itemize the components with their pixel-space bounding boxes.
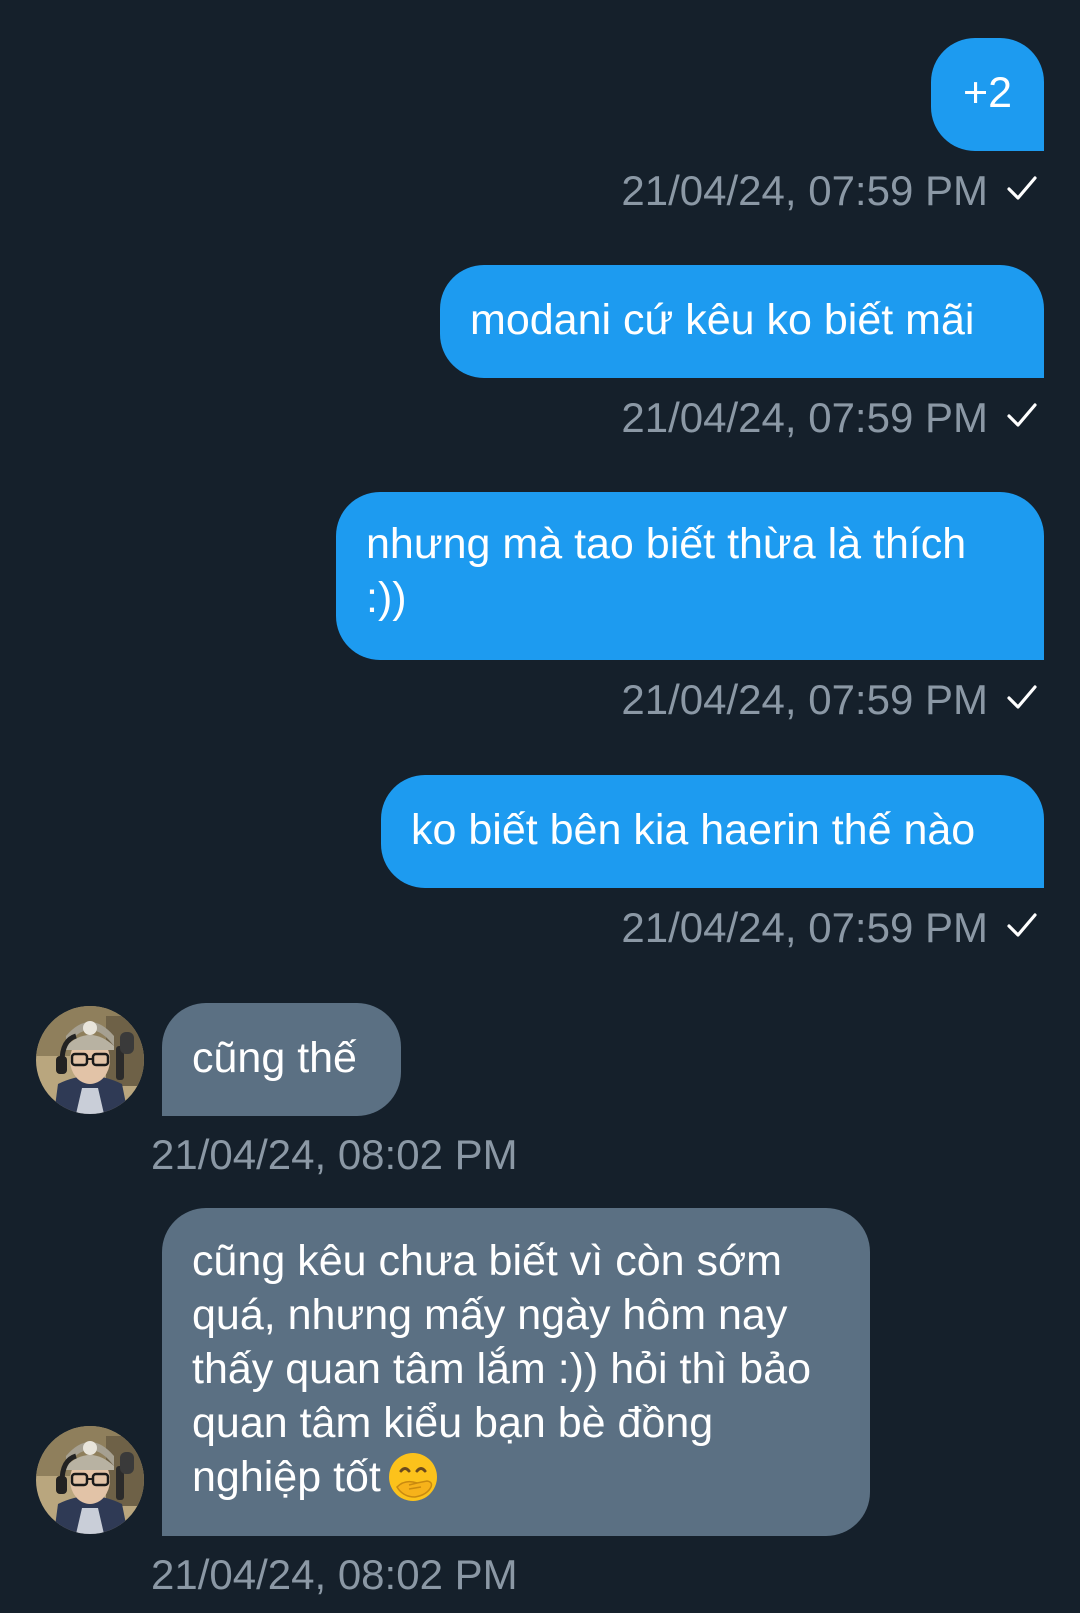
sent-check-icon [1002, 395, 1042, 435]
message-text: cũng thế [192, 1034, 357, 1082]
incoming-message-bubble[interactable]: cũng kêu chưa biết vì còn sớm quá, nhưng… [162, 1208, 870, 1536]
message-timestamp: 21/04/24, 07:59 PM [621, 393, 1042, 443]
message-timestamp: 21/04/24, 08:02 PM [151, 1131, 518, 1178]
conversation-thread: +2 21/04/24, 07:59 PM modani cứ kêu ko b… [0, 0, 1080, 1613]
sent-check-icon [1002, 168, 1042, 208]
outgoing-message-bubble[interactable]: modani cứ kêu ko biết mãi [440, 265, 1044, 378]
message-text: +2 [962, 69, 1013, 117]
incoming-message-bubble[interactable]: cũng thế [162, 1003, 401, 1116]
message-text: modani cứ kêu ko biết mãi [470, 296, 975, 344]
outgoing-message-bubble[interactable]: nhưng mà tao biết thừa là thích :)) [336, 492, 1044, 660]
contact-avatar[interactable] [36, 1006, 144, 1114]
message-text: ko biết bên kia haerin thế nào [411, 806, 976, 854]
message-timestamp: 21/04/24, 07:59 PM [621, 166, 1042, 216]
contact-avatar[interactable] [36, 1426, 144, 1534]
message-timestamp: 21/04/24, 07:59 PM [621, 903, 1042, 953]
face-with-hand-over-mouth-emoji-icon [387, 1451, 439, 1503]
sent-check-icon [1002, 677, 1042, 717]
message-timestamp: 21/04/24, 08:02 PM [151, 1551, 518, 1598]
message-text: cũng kêu chưa biết vì còn sớm quá, nhưng… [192, 1237, 812, 1501]
message-text: nhưng mà tao biết thừa là thích :)) [366, 520, 967, 622]
message-timestamp: 21/04/24, 07:59 PM [621, 675, 1042, 725]
outgoing-message-bubble[interactable]: +2 [931, 38, 1044, 151]
sent-check-icon [1002, 905, 1042, 945]
outgoing-message-bubble[interactable]: ko biết bên kia haerin thế nào [381, 775, 1044, 888]
